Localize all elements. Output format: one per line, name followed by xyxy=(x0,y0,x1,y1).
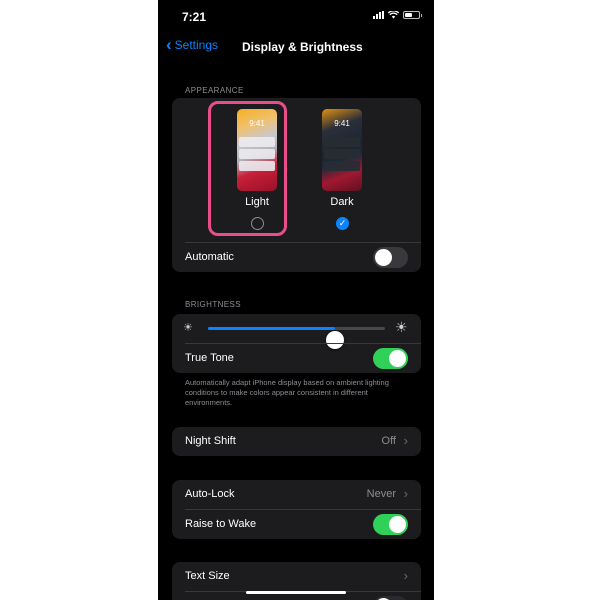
cellular-signal-icon xyxy=(373,11,384,19)
light-option-highlight xyxy=(208,101,287,236)
preview-clock: 9:41 xyxy=(334,119,350,128)
true-tone-footnote: Automatically adapt iPhone display based… xyxy=(185,378,389,407)
automatic-row: Automatic xyxy=(172,243,421,272)
auto-lock-label: Auto-Lock xyxy=(185,488,235,500)
partial-toggle[interactable] xyxy=(373,596,408,600)
night-shift-row[interactable]: Night Shift Off › xyxy=(172,427,421,456)
battery-icon xyxy=(403,11,422,19)
night-shift-label: Night Shift xyxy=(185,435,236,447)
raise-to-wake-toggle[interactable] xyxy=(373,514,408,535)
back-button-label: Settings xyxy=(174,38,219,52)
brightness-section-label: BRIGHTNESS xyxy=(185,300,242,309)
dark-mode-preview: 9:41 xyxy=(322,109,362,191)
auto-lock-row[interactable]: Auto-Lock Never › xyxy=(172,480,421,509)
appearance-section-label: APPEARANCE xyxy=(185,86,244,95)
night-shift-value: Off xyxy=(381,435,396,447)
page-title: Display & Brightness xyxy=(242,40,363,54)
lock-card: Auto-Lock Never › Raise to Wake xyxy=(172,480,421,539)
wifi-icon xyxy=(388,11,399,19)
brightness-card: ☀ ☀ True Tone xyxy=(172,314,421,373)
sun-max-icon: ☀ xyxy=(395,319,408,335)
text-size-row[interactable]: Text Size › xyxy=(172,562,421,591)
home-indicator xyxy=(246,591,346,594)
dark-radio-checkmark-icon[interactable]: ✓ xyxy=(336,217,349,230)
back-button[interactable]: ‹ Settings xyxy=(166,35,219,54)
phone-screen: 7:21 ‹ Settings Display & Brightness APP… xyxy=(158,0,434,600)
text-card: Text Size › xyxy=(172,562,421,600)
status-time: 7:21 xyxy=(182,10,207,24)
appearance-option-dark[interactable]: 9:41 Dark ✓ xyxy=(312,108,372,234)
raise-to-wake-label: Raise to Wake xyxy=(185,518,257,530)
appearance-option-label: Dark xyxy=(330,196,354,208)
true-tone-label: True Tone xyxy=(185,352,234,364)
chevron-right-icon: › xyxy=(403,433,408,448)
automatic-label: Automatic xyxy=(185,251,234,263)
brightness-slider-row: ☀ ☀ xyxy=(172,314,421,349)
true-tone-row: True Tone xyxy=(172,344,421,373)
brightness-slider[interactable] xyxy=(208,327,385,349)
sun-min-icon: ☀ xyxy=(183,322,193,334)
text-size-label: Text Size xyxy=(185,570,230,582)
night-shift-card: Night Shift Off › xyxy=(172,427,421,456)
chevron-right-icon: › xyxy=(403,486,408,501)
automatic-toggle[interactable] xyxy=(373,247,408,268)
navigation-bar: ‹ Settings Display & Brightness xyxy=(158,34,434,60)
status-icons xyxy=(373,11,422,19)
true-tone-toggle[interactable] xyxy=(373,348,408,369)
status-bar: 7:21 xyxy=(158,0,434,32)
raise-to-wake-row: Raise to Wake xyxy=(172,510,421,539)
auto-lock-value: Never xyxy=(366,488,396,500)
chevron-left-icon: ‹ xyxy=(166,35,172,54)
chevron-right-icon: › xyxy=(403,568,408,583)
